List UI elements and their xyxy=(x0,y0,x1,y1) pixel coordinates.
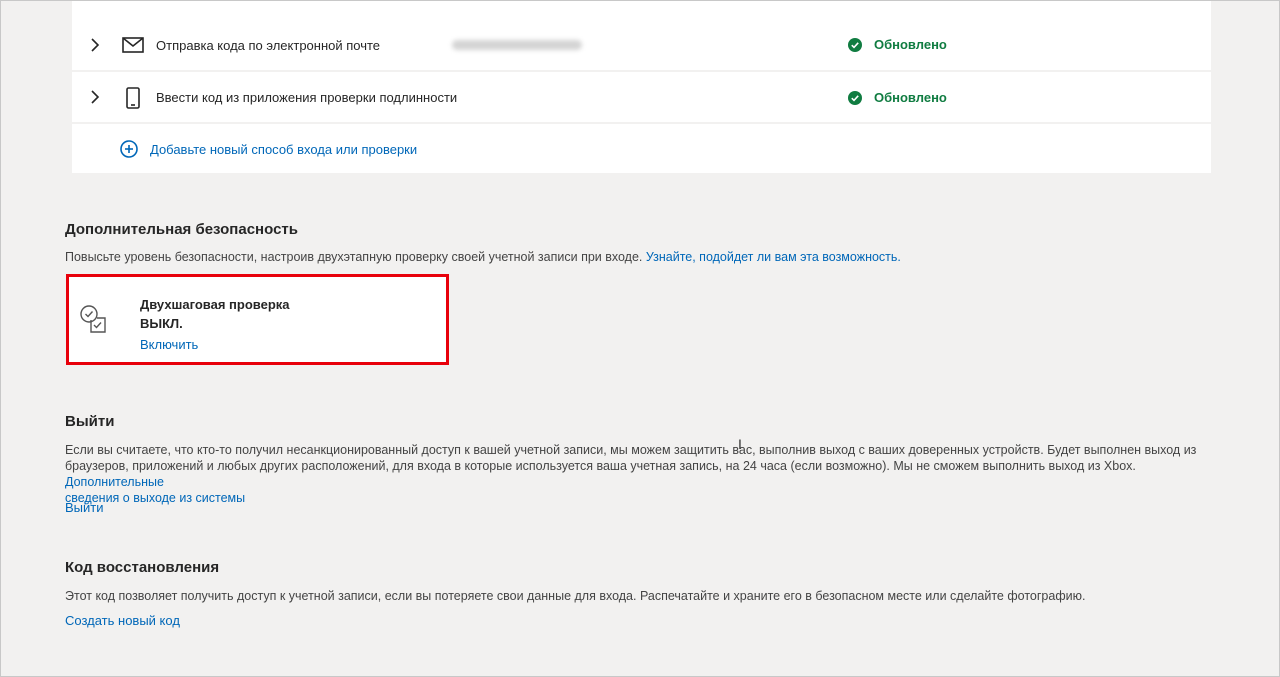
check-circle-icon xyxy=(848,90,862,105)
method-label: Ввести код из приложения проверки подлин… xyxy=(156,90,458,105)
extra-security-title: Дополнительная безопасность xyxy=(65,221,298,238)
add-method-label[interactable]: Добавьте новый способ входа или проверки xyxy=(150,142,417,157)
plus-circle-icon xyxy=(120,140,138,158)
two-step-title: Двухшаговая проверка xyxy=(140,297,290,312)
status-text: Обновлено xyxy=(874,37,947,52)
method-row-email[interactable]: Отправка кода по электронной почте Обнов… xyxy=(72,0,1211,70)
recovery-description: Этот код позволяет получить доступ к уче… xyxy=(65,589,1086,603)
learn-more-link[interactable]: Узнайте, подойдет ли вам эта возможность… xyxy=(646,250,901,264)
add-method-row: Добавьте новый способ входа или проверки xyxy=(72,124,1211,173)
signout-title: Выйти xyxy=(65,413,115,430)
signout-text-line1: Если вы считаете, что кто-то получил нес… xyxy=(65,443,1197,457)
method-row-authenticator[interactable]: Ввести код из приложения проверки подлин… xyxy=(72,72,1211,122)
create-recovery-code-link[interactable]: Создать новый код xyxy=(65,613,180,628)
text-cursor-icon: I xyxy=(738,436,742,452)
chevron-right-icon[interactable] xyxy=(88,38,102,52)
enable-two-step-link[interactable]: Включить xyxy=(140,337,198,352)
extra-security-text: Повысьте уровень безопасности, настроив … xyxy=(65,250,643,264)
extra-security-description: Повысьте уровень безопасности, настроив … xyxy=(65,249,901,265)
redacted-email xyxy=(452,40,582,50)
signout-more-link[interactable]: Дополнительные xyxy=(65,475,164,489)
two-step-status: ВЫКЛ. xyxy=(140,316,183,331)
mail-icon xyxy=(122,37,144,53)
status-badge: Обновлено xyxy=(848,90,947,105)
chevron-right-icon[interactable] xyxy=(88,90,102,104)
phone-icon xyxy=(126,87,140,109)
signout-link[interactable]: Выйти xyxy=(65,500,104,515)
add-method-link[interactable]: Добавьте новый способ входа или проверки xyxy=(120,140,417,158)
check-circle-icon xyxy=(848,37,862,52)
method-label: Отправка кода по электронной почте xyxy=(156,38,381,53)
status-text: Обновлено xyxy=(874,90,947,105)
two-step-icon xyxy=(80,305,106,333)
recovery-title: Код восстановления xyxy=(65,559,220,576)
status-badge: Обновлено xyxy=(848,37,947,52)
signout-text-line2: браузеров, приложений и любых других рас… xyxy=(65,459,1136,473)
signout-description: Если вы считаете, что кто-то получил нес… xyxy=(65,442,1215,506)
two-step-verification-card: Двухшаговая проверка ВЫКЛ. Включить xyxy=(66,274,449,365)
